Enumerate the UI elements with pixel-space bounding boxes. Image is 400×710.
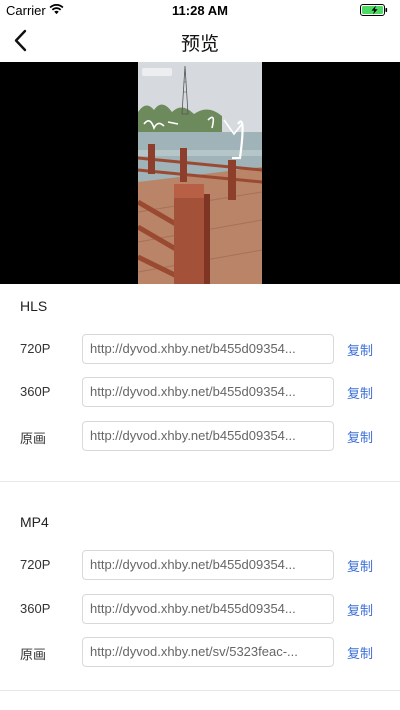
hls-row-original: 原画 http://dyvod.xhby.net/b455d09354... 复… [0,421,400,451]
hls-section: HLS 720P http://dyvod.xhby.net/b455d0935… [0,284,400,481]
url-field[interactable]: http://dyvod.xhby.net/b455d09354... [82,334,334,364]
url-field[interactable]: http://dyvod.xhby.net/sv/5323feac-... [82,637,334,667]
video-player[interactable] [0,62,400,284]
row-label: 原画 [20,431,47,446]
section-title-mp4: MP4 [20,514,49,530]
row-label: 360P [20,384,51,399]
copy-button[interactable]: 复制 [347,340,373,359]
row-label: 360P [20,601,51,616]
copy-button[interactable]: 复制 [347,427,373,446]
row-label: 720P [20,557,51,572]
section-divider [0,690,400,691]
navigation-bar: 预览 [0,20,400,62]
battery-icon [360,4,388,16]
page-title: 预览 [180,34,219,55]
section-divider [0,481,400,482]
hls-row-360p: 360P http://dyvod.xhby.net/b455d09354...… [0,377,400,407]
status-time: 11:28 AM [172,3,228,18]
mp4-section: MP4 720P http://dyvod.xhby.net/b455d0935… [0,500,400,690]
row-label: 720P [20,341,51,356]
copy-button[interactable]: 复制 [347,556,373,575]
row-label: 原画 [20,647,47,662]
status-bar: Carrier 11:28 AM [0,0,400,20]
copy-button[interactable]: 复制 [347,600,373,619]
copy-button[interactable]: 复制 [347,643,373,662]
url-field[interactable]: http://dyvod.xhby.net/b455d09354... [82,421,334,451]
url-field[interactable]: http://dyvod.xhby.net/b455d09354... [82,550,334,580]
url-field[interactable]: http://dyvod.xhby.net/b455d09354... [82,377,334,407]
mp4-row-720p: 720P http://dyvod.xhby.net/b455d09354...… [0,550,400,580]
mp4-row-original: 原画 http://dyvod.xhby.net/sv/5323feac-...… [0,637,400,667]
video-thumbnail [138,62,262,284]
url-field[interactable]: http://dyvod.xhby.net/b455d09354... [82,594,334,624]
copy-button[interactable]: 复制 [347,383,373,402]
section-title-hls: HLS [20,298,48,314]
hls-row-720p: 720P http://dyvod.xhby.net/b455d09354...… [0,334,400,364]
mp4-row-360p: 360P http://dyvod.xhby.net/b455d09354...… [0,594,400,624]
